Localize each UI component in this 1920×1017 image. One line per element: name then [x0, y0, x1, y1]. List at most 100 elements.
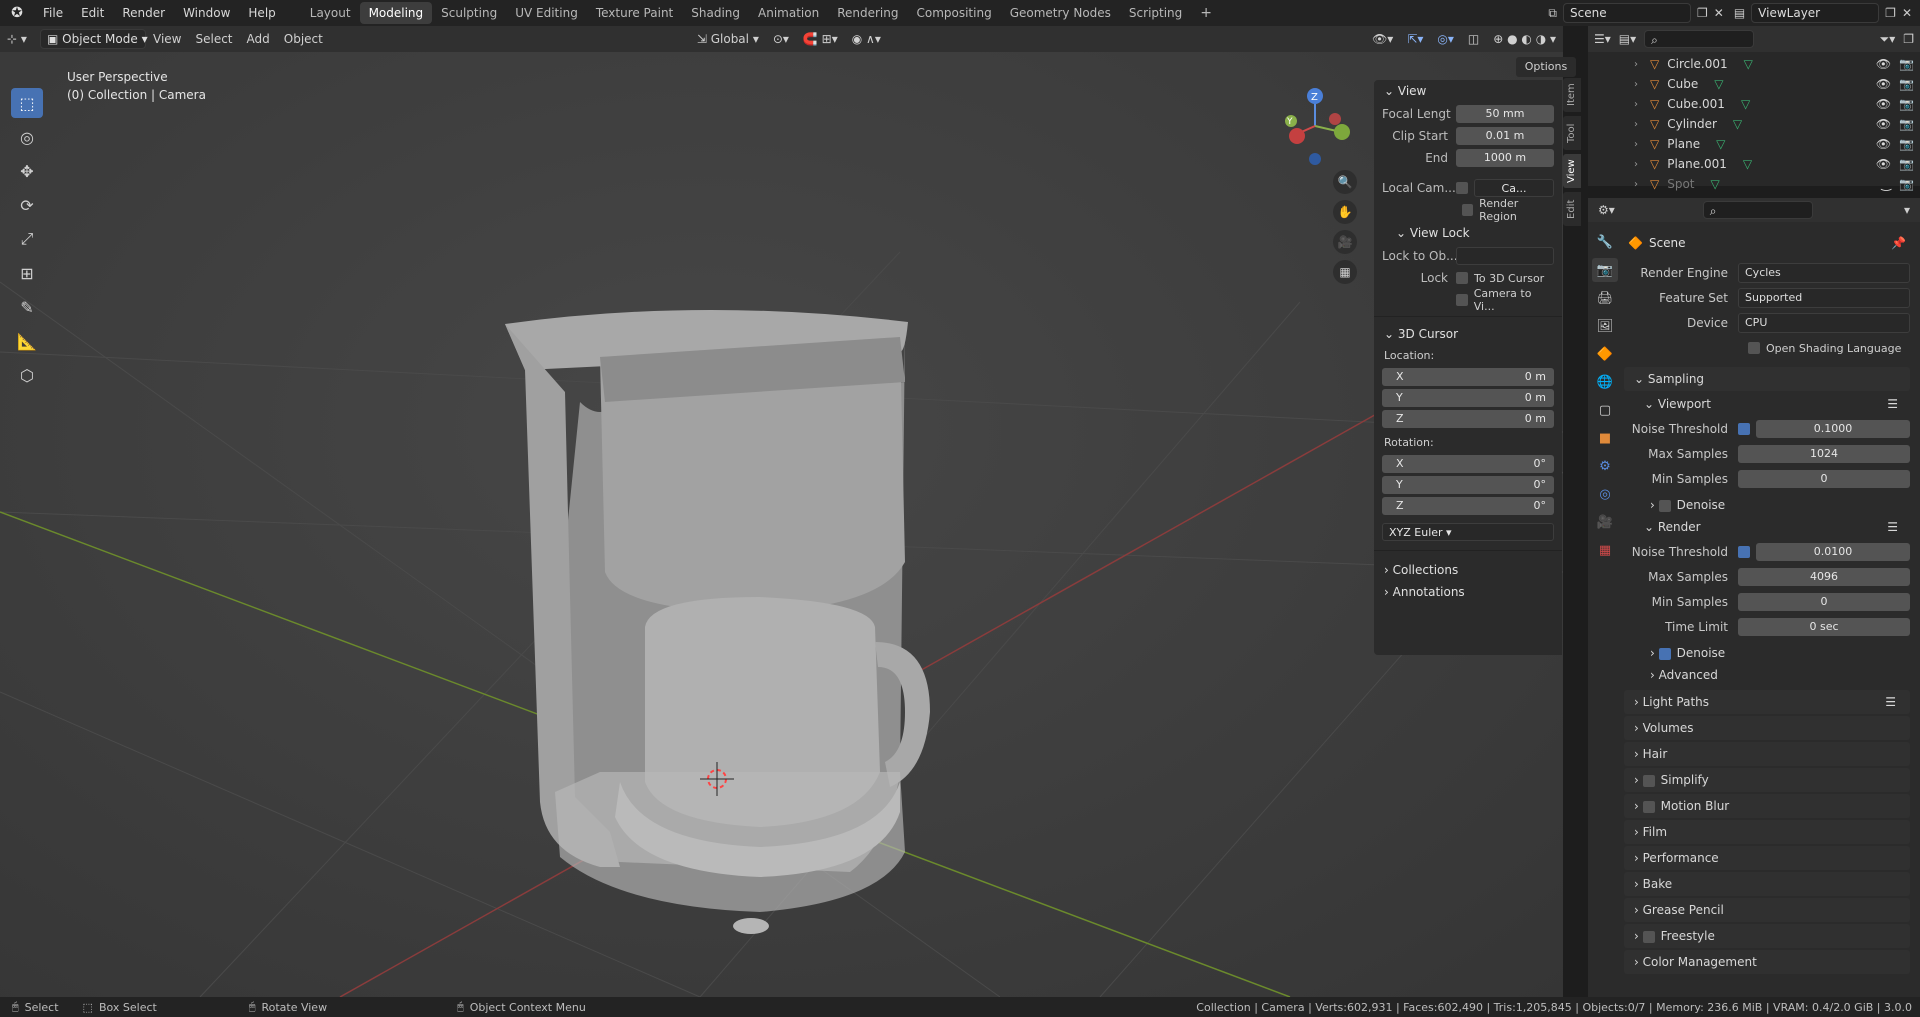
sampling-section-header[interactable]: ⌄ Sampling	[1624, 367, 1910, 391]
section-simplify[interactable]: › Simplify	[1624, 768, 1910, 792]
cursor-location-x[interactable]: X 0 m	[1382, 368, 1554, 386]
header-menu-view[interactable]: View	[146, 29, 188, 49]
vp-min-samples-field[interactable]: 0	[1738, 470, 1910, 488]
eye-icon[interactable]: 👁	[1876, 137, 1891, 151]
menu-render[interactable]: Render	[113, 0, 174, 26]
r-denoise-subsection[interactable]: › Denoise	[1650, 642, 1920, 664]
section-color-management[interactable]: › Color Management	[1624, 950, 1910, 974]
rotation-mode-dropdown[interactable]: XYZ Euler ▾	[1382, 523, 1554, 541]
cursor-location-z[interactable]: Z 0 m	[1382, 410, 1554, 428]
options-button[interactable]: Options	[1516, 57, 1576, 77]
render-camera-icon[interactable]: 📷	[1899, 57, 1914, 71]
render-camera-icon[interactable]: 📷	[1899, 137, 1914, 151]
cursor-rotation-z[interactable]: Z 0°	[1382, 497, 1554, 515]
overlay-icon[interactable]: ◎▾	[1430, 29, 1461, 49]
feature-set-dropdown[interactable]: Supported	[1738, 288, 1910, 308]
scene-remove-icon[interactable]: ✕	[1714, 6, 1724, 20]
navigation-gizmo[interactable]: Z Y	[1285, 88, 1350, 165]
presets-icon[interactable]: ☰	[1885, 690, 1896, 714]
header-menu-select[interactable]: Select	[188, 29, 239, 49]
filter-icon[interactable]: ⏷▾	[1880, 32, 1896, 47]
pan-hand-icon[interactable]: ✋	[1333, 200, 1357, 224]
properties-editor-icon[interactable]: ⚙▾	[1598, 203, 1615, 217]
rotate-tool-icon[interactable]: ⟳	[11, 190, 43, 220]
outliner-search-input[interactable]: ⌕	[1644, 30, 1755, 48]
header-menu-object[interactable]: Object	[277, 29, 330, 49]
cursor-rotation-x[interactable]: X 0°	[1382, 455, 1554, 473]
tab-scripting[interactable]: Scripting	[1120, 2, 1191, 24]
coffee-maker-model[interactable]	[505, 309, 930, 934]
expand-arrow-icon[interactable]: ›	[1634, 99, 1638, 110]
xray-icon[interactable]: ◫	[1461, 29, 1486, 49]
tab-item[interactable]: Item	[1563, 78, 1581, 112]
collections-section-header[interactable]: › Collections	[1374, 559, 1562, 581]
scene-field[interactable]: Scene	[1563, 3, 1691, 23]
zoom-icon[interactable]: 🔍	[1333, 170, 1357, 194]
tab-animation[interactable]: Animation	[749, 2, 828, 24]
outliner-editor-icon[interactable]: ☰▾	[1594, 32, 1611, 46]
eye-icon[interactable]: 👁	[1876, 97, 1891, 111]
lock-to-object-field[interactable]	[1456, 247, 1554, 265]
view-layer-remove-icon[interactable]: ✕	[1902, 6, 1912, 20]
measure-tool-icon[interactable]: 📐	[11, 326, 43, 356]
render-subsection-header[interactable]: ⌄ Render ☰	[1644, 516, 1920, 538]
render-presets-icon[interactable]: ☰	[1887, 516, 1898, 538]
vp-max-samples-field[interactable]: 1024	[1738, 445, 1910, 463]
menu-window[interactable]: Window	[174, 0, 239, 26]
render-camera-icon[interactable]: 📷	[1899, 117, 1914, 131]
tab-shading[interactable]: Shading	[682, 2, 749, 24]
camera-to-view-checkbox[interactable]	[1456, 294, 1468, 306]
tab-tool[interactable]: Tool	[1563, 116, 1581, 150]
view-layer-field[interactable]: ViewLayer	[1751, 3, 1880, 23]
tab-rendering[interactable]: Rendering	[828, 2, 907, 24]
select-box-tool-icon[interactable]: ⬚	[11, 88, 43, 118]
add-workspace-icon[interactable]: +	[1191, 2, 1221, 24]
vp-noise-threshold-field[interactable]: 0.1000	[1756, 420, 1910, 438]
tab-sculpting[interactable]: Sculpting	[432, 2, 506, 24]
section-performance[interactable]: › Performance	[1624, 846, 1910, 870]
advanced-subsection[interactable]: › Advanced	[1650, 664, 1920, 686]
r-noise-threshold-field[interactable]: 0.0100	[1756, 543, 1910, 561]
local-camera-field[interactable]: Ca...	[1474, 179, 1554, 197]
transform-tool-icon[interactable]: ⊞	[11, 258, 43, 288]
tab-geometry-nodes[interactable]: Geometry Nodes	[1001, 2, 1120, 24]
section-checkbox[interactable]	[1642, 930, 1655, 943]
eye-icon[interactable]: 👁	[1876, 117, 1891, 131]
view-lock-header[interactable]: ⌄ View Lock	[1374, 222, 1562, 244]
snap-icon[interactable]: 🧲 ⊞▾	[796, 29, 845, 49]
tab-view[interactable]: View	[1563, 154, 1581, 188]
vp-noise-threshold-checkbox[interactable]	[1738, 423, 1750, 435]
3d-cursor-section-header[interactable]: ⌄ 3D Cursor	[1374, 323, 1562, 345]
editor-type-icon[interactable]: ⊹ ▾	[0, 29, 40, 49]
expand-arrow-icon[interactable]: ›	[1634, 79, 1638, 90]
render-engine-dropdown[interactable]: Cycles	[1738, 263, 1910, 283]
section-freestyle[interactable]: › Freestyle	[1624, 924, 1910, 948]
eye-icon[interactable]: 👁	[1876, 157, 1891, 171]
r-denoise-checkbox[interactable]	[1658, 647, 1671, 660]
render-camera-icon[interactable]: 📷	[1899, 157, 1914, 171]
outliner-item[interactable]: › ▽ Cylinder ▽ 👁 📷	[1588, 114, 1920, 134]
move-tool-icon[interactable]: ✥	[11, 156, 43, 186]
viewport-subsection-header[interactable]: ⌄ Viewport ☰	[1644, 393, 1920, 415]
expand-arrow-icon[interactable]: ›	[1634, 159, 1638, 170]
outliner-item[interactable]: › ▽ Plane ▽ 👁 📷	[1588, 134, 1920, 154]
render-camera-icon[interactable]: 📷	[1899, 177, 1914, 191]
outliner-item[interactable]: › ▽ Cube ▽ 👁 📷	[1588, 74, 1920, 94]
device-dropdown[interactable]: CPU	[1738, 313, 1910, 333]
pin-icon[interactable]: 📌	[1891, 232, 1906, 254]
annotations-section-header[interactable]: › Annotations	[1374, 581, 1562, 603]
outliner-item[interactable]: › ▽ Cube.001 ▽ 👁 📷	[1588, 94, 1920, 114]
orientation-dropdown[interactable]: ⇲ Global ▾	[690, 29, 766, 49]
clip-start-field[interactable]: 0.01 m	[1456, 127, 1554, 145]
new-collection-icon[interactable]: ❐	[1903, 32, 1914, 46]
osl-checkbox[interactable]	[1748, 342, 1760, 354]
menu-help[interactable]: Help	[239, 0, 284, 26]
outliner-item[interactable]: › ▽ Plane.001 ▽ 👁 📷	[1588, 154, 1920, 174]
scale-tool-icon[interactable]: ⤢	[11, 224, 43, 254]
view-section-header[interactable]: ⌄ View	[1374, 80, 1562, 102]
render-region-checkbox[interactable]	[1462, 204, 1474, 216]
section-checkbox[interactable]	[1642, 800, 1655, 813]
focal-length-field[interactable]: 50 mm	[1456, 105, 1554, 123]
scene-icon[interactable]: ⧉	[1548, 6, 1557, 21]
section-light-paths[interactable]: › Light Paths ☰	[1624, 690, 1910, 714]
